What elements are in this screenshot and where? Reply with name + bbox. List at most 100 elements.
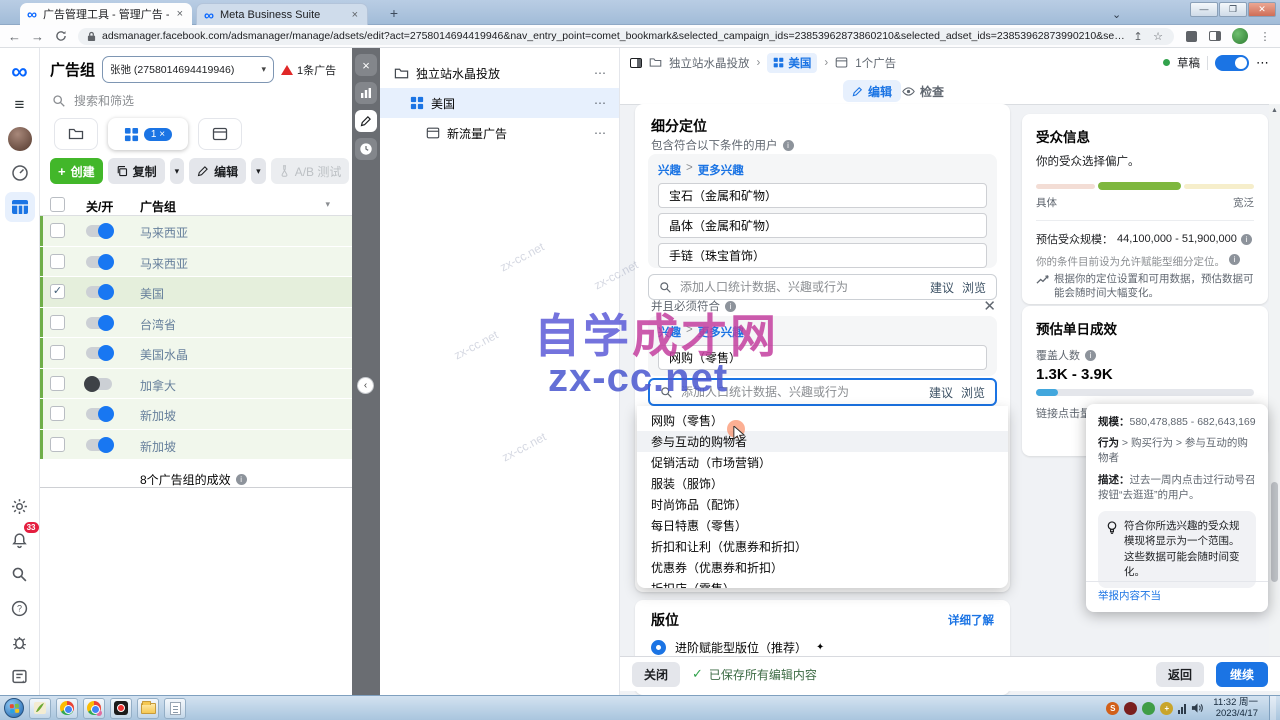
tray-s-app-icon[interactable]: S: [1106, 702, 1119, 715]
taskbar-notepad-icon[interactable]: [164, 698, 186, 719]
info-icon[interactable]: [1085, 350, 1096, 361]
ad-account-selector[interactable]: 张弛 (2758014694419946) ▾: [102, 56, 274, 83]
reload-icon[interactable]: [54, 29, 68, 43]
radio-selected[interactable]: [651, 640, 666, 655]
close-button[interactable]: 关闭: [632, 662, 680, 687]
tree-item-campaign[interactable]: 独立站水晶投放 ⋯: [380, 58, 619, 88]
selection-count-pill[interactable]: 1 ×: [144, 128, 172, 141]
network-icon[interactable]: [1178, 703, 1186, 714]
dropdown-item[interactable]: 时尚饰品（配饰）: [637, 494, 1008, 515]
dropdown-item[interactable]: 服装（服饰）: [637, 473, 1008, 494]
more-options-icon[interactable]: ⋯: [1256, 55, 1270, 71]
edit-button[interactable]: 编辑: [189, 158, 246, 184]
suggestions-link[interactable]: 建议: [929, 384, 953, 401]
interest-chip[interactable]: 网购（零售）: [658, 345, 987, 370]
tree-item-ad[interactable]: 新流量广告 ⋯: [380, 118, 619, 148]
dropdown-item[interactable]: 优惠券（优惠券和折扣）: [637, 557, 1008, 578]
dashboard-gauge-icon[interactable]: [5, 158, 35, 188]
info-icon[interactable]: [1241, 234, 1252, 245]
toggle-on[interactable]: [86, 317, 112, 329]
row-checkbox[interactable]: [50, 376, 65, 391]
toggle-on[interactable]: [86, 408, 112, 420]
taskbar-chrome-icon[interactable]: [56, 698, 78, 719]
report-content-link[interactable]: 举报内容不当: [1098, 589, 1161, 604]
table-row[interactable]: 加拿大: [40, 369, 352, 400]
tree-item-adset-selected[interactable]: 美国 ⋯: [380, 88, 619, 118]
breadcrumb-ad[interactable]: 1个广告: [855, 55, 896, 71]
close-button[interactable]: ✕: [1248, 2, 1276, 17]
row-checkbox[interactable]: [50, 315, 65, 330]
interest-chip[interactable]: 宝石（金属和矿物）: [658, 183, 987, 208]
row-checkbox[interactable]: [50, 223, 65, 238]
toggle-off[interactable]: [86, 378, 112, 390]
tab-campaigns[interactable]: [54, 118, 98, 150]
share-icon[interactable]: ↥: [1131, 29, 1145, 43]
browser-tab-business-suite[interactable]: ∞ Meta Business Suite ×: [196, 3, 368, 25]
forward-icon[interactable]: →: [31, 30, 44, 43]
row-checkbox[interactable]: [50, 254, 65, 269]
tray-green-app-icon[interactable]: [1142, 702, 1155, 715]
row-checkbox-checked[interactable]: ✓: [50, 284, 65, 299]
dropdown-item[interactable]: 网购（零售）: [637, 410, 1008, 431]
show-desktop-button[interactable]: [1269, 696, 1276, 720]
ab-test-button[interactable]: A/B 测试: [271, 158, 350, 184]
targeting-search-input[interactable]: [680, 280, 922, 294]
table-row-selected[interactable]: ✓美国: [40, 277, 352, 308]
toggle-on[interactable]: [86, 347, 112, 359]
page-scrollbar[interactable]: ▲: [1269, 104, 1280, 695]
dropdown-item[interactable]: 每日特惠（零售）: [637, 515, 1008, 536]
history-clock-icon[interactable]: [355, 138, 377, 160]
search-icon[interactable]: [5, 559, 35, 589]
dropdown-item-hovered[interactable]: 参与互动的购物者: [637, 431, 1008, 452]
tray-red-app-icon[interactable]: [1124, 702, 1137, 715]
path-interest-link[interactable]: 兴趣: [658, 162, 681, 178]
toggle-tree-icon[interactable]: [630, 58, 642, 68]
toggle-on[interactable]: [86, 225, 112, 237]
dropdown-item[interactable]: 折扣和让利（优惠券和折扣）: [637, 536, 1008, 557]
info-icon[interactable]: [725, 301, 736, 312]
menu-hamburger-icon[interactable]: ≡: [5, 90, 35, 120]
info-icon[interactable]: [236, 474, 247, 485]
targeting-search-input[interactable]: [681, 385, 921, 399]
more-options-icon[interactable]: ⋯: [594, 66, 607, 80]
bug-report-icon[interactable]: [5, 627, 35, 657]
new-tab-button[interactable]: +: [382, 5, 406, 22]
browser-profile-avatar[interactable]: [1232, 28, 1248, 44]
taskbar-chrome-profile-icon[interactable]: [83, 698, 105, 719]
minimize-button[interactable]: —: [1190, 2, 1218, 17]
address-bar[interactable]: adsmanager.facebook.com/adsmanager/manag…: [78, 28, 1174, 45]
sort-icon[interactable]: ▾: [325, 199, 330, 210]
scrollbar-thumb[interactable]: [1271, 482, 1278, 582]
adset-active-toggle[interactable]: [1215, 55, 1249, 71]
charts-icon[interactable]: [355, 82, 377, 104]
ads-table-icon[interactable]: [5, 192, 35, 222]
browse-link[interactable]: 浏览: [961, 384, 985, 401]
tab-ads[interactable]: [198, 118, 242, 150]
create-button[interactable]: 创建: [50, 158, 103, 184]
row-checkbox[interactable]: [50, 406, 65, 421]
dropdown-item[interactable]: 促销活动（市场营销）: [637, 452, 1008, 473]
path-interest-link[interactable]: 兴趣: [658, 324, 681, 340]
more-options-icon[interactable]: ⋯: [594, 96, 607, 110]
info-icon[interactable]: [783, 140, 794, 151]
table-row[interactable]: 台湾省: [40, 308, 352, 339]
bookmark-star-icon[interactable]: ☆: [1151, 29, 1165, 43]
restore-button[interactable]: ❐: [1219, 2, 1247, 17]
volume-icon[interactable]: [1191, 702, 1204, 714]
extensions-icon[interactable]: [1184, 29, 1198, 43]
interest-chip[interactable]: 晶体（金属和矿物）: [658, 213, 987, 238]
close-editor-icon[interactable]: ×: [355, 54, 377, 76]
start-button[interactable]: [4, 698, 24, 718]
billing-icon[interactable]: [5, 661, 35, 691]
row-checkbox[interactable]: [50, 437, 65, 452]
notifications-bell-icon[interactable]: 33: [5, 525, 35, 555]
taskbar-clock[interactable]: 11:32 周一 2023/4/17: [1213, 697, 1258, 719]
browser-menu-icon[interactable]: ⋮: [1258, 29, 1272, 43]
row-checkbox[interactable]: [50, 345, 65, 360]
toggle-on[interactable]: [86, 256, 112, 268]
path-more-link[interactable]: 更多兴趣: [698, 162, 744, 178]
back-icon[interactable]: ←: [8, 30, 21, 43]
tray-gold-app-icon[interactable]: +: [1160, 702, 1173, 715]
remove-group-icon[interactable]: ✕: [983, 297, 996, 315]
tab-close-icon[interactable]: ×: [350, 9, 360, 21]
